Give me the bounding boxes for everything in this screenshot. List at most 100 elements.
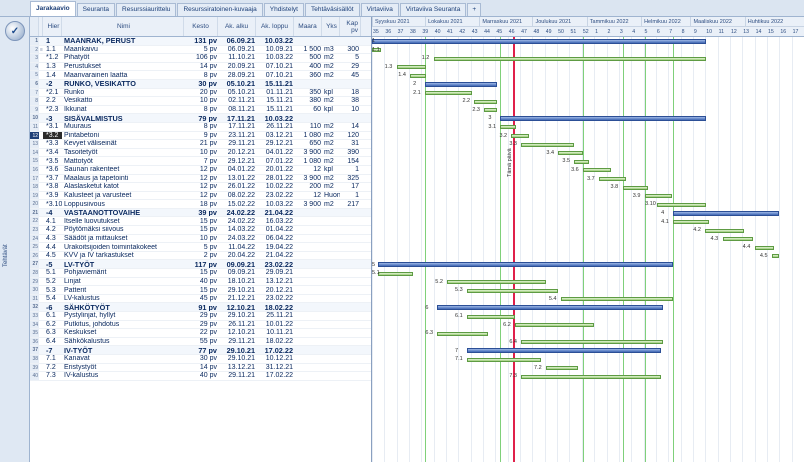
tab-5[interactable]: Tehtäväsisällöt (304, 3, 360, 16)
tab-0[interactable]: Jarakaavio (30, 1, 76, 16)
table-row[interactable]: 12 *3.2 Pintabetoni 9 pv 23.11.21 03.12.21 1 0… (30, 131, 371, 141)
row-name[interactable]: Itselle luovutukset (62, 218, 184, 225)
table-row[interactable]: 7 *2.1 Runko 20 pv 05.10.21 01.11.21 350 kpl 18 (30, 88, 371, 98)
row-name[interactable]: IV-kalustus (62, 372, 184, 379)
table-row[interactable]: 21 -4 VASTAANOTTOVAIHE 39 pv 24.02.22 21.04.2… (30, 208, 371, 218)
table-row[interactable]: 6 -2 RUNKO, VESIKATTO 30 pv 05.10.21 15.11.21 (30, 79, 371, 89)
row-name[interactable]: Kalusteet ja varusteet (62, 192, 184, 199)
table-row[interactable]: 24 4.3 Säädöt ja mittaukset 10 pv 24.03.22 06… (30, 234, 371, 244)
row-name[interactable]: MAANRAK, PERUST (62, 37, 184, 45)
table-row[interactable]: 26 4.5 KVV ja IV tarkastukset 2 pv 20.04.22 2… (30, 251, 371, 261)
row-name[interactable]: VASTAANOTTOVAIHE (62, 209, 184, 217)
task-bar[interactable] (521, 142, 575, 147)
summary-bar[interactable] (425, 81, 497, 87)
table-row[interactable]: 15 *3.5 Mattotyöt 7 pv 29.12.21 07.01.22 1 080… (30, 157, 371, 166)
table-row[interactable]: 16 *3.6 Saunan rakenteet 12 pv 04.01.22 20.01… (30, 165, 371, 175)
table-row[interactable]: 35 6.3 Keskukset 22 pv 12.10.21 10.11.21 (30, 329, 371, 338)
task-bar[interactable] (583, 168, 612, 173)
row-name[interactable]: Pystylinjat, hyllyt (62, 312, 184, 319)
task-bar[interactable] (546, 366, 579, 371)
column-header-9[interactable]: Kap pv (340, 17, 361, 36)
row-name[interactable]: Perustukset (62, 63, 184, 70)
table-row[interactable]: 27 -5 LV-TYÖT 117 pv 09.09.21 23.02.22 (30, 260, 371, 270)
row-name[interactable]: Pihatyöt (62, 54, 184, 61)
task-bar[interactable] (396, 65, 427, 70)
column-header-5[interactable]: Ak. alku (218, 17, 256, 36)
row-name[interactable]: Urakoitsijoiden toimintakokeet (62, 244, 184, 251)
task-bar[interactable] (515, 323, 595, 328)
row-name[interactable]: Kevyet väliseinät (62, 140, 184, 147)
task-bar[interactable] (378, 271, 413, 276)
row-name[interactable]: Linjat (62, 278, 184, 285)
row-name[interactable]: RUNKO, VESIKATTO (62, 80, 184, 88)
table-row[interactable]: 10 -3 SISÄVALMISTUS 79 pv 17.11.21 10.03.22 (30, 114, 371, 123)
summary-bar[interactable] (673, 210, 780, 216)
app-logo-icon[interactable]: ✓ (5, 21, 25, 41)
task-bar[interactable] (657, 202, 707, 207)
tab-1[interactable]: Seuranta (76, 3, 116, 16)
task-bar[interactable] (722, 237, 754, 242)
row-name[interactable]: Maanvarainen laatta (62, 72, 184, 79)
column-header-0[interactable] (30, 17, 39, 36)
task-bar[interactable] (511, 133, 529, 138)
row-name[interactable]: Runko (62, 89, 184, 96)
task-bar[interactable] (474, 99, 497, 104)
row-name[interactable]: Saunan rakenteet (62, 166, 184, 173)
row-name[interactable]: IV-TYÖT (62, 346, 184, 354)
column-header-2[interactable]: Hier (43, 17, 62, 36)
column-header-6[interactable]: Ak. loppu (256, 17, 294, 36)
task-bar[interactable] (433, 56, 707, 61)
table-row[interactable]: 34 6.2 Putkitus, johdotus 29 pv 26.11.21 10.0… (30, 320, 371, 330)
task-bar[interactable] (673, 219, 709, 224)
table-row[interactable]: 32 -6 SÄHKÖTYÖT 91 pv 12.10.21 18.02.22 (30, 303, 371, 312)
table-row[interactable]: 3 *1.2 Pihatyöt 106 pv 11.10.21 10.03.22 500 m2… (30, 54, 371, 63)
table-row[interactable]: 17 *3.7 Maalaus ja tapetointi 12 pv 13.01.22… (30, 174, 371, 184)
row-name[interactable]: SISÄVALMISTUS (62, 114, 184, 122)
task-bar[interactable] (644, 194, 672, 199)
table-row[interactable]: 5 1.4 Maanvarainen laatta 8 pv 28.09.21 07.10… (30, 71, 371, 80)
task-bar[interactable] (560, 297, 674, 302)
table-row[interactable]: 18 *3.8 Alaslasketut katot 12 pv 26.01.22 10.… (30, 183, 371, 192)
row-name[interactable]: Keskukset (62, 329, 184, 336)
task-bar[interactable] (771, 254, 780, 259)
task-bar[interactable] (447, 280, 547, 285)
table-row[interactable]: 20 *3.10 Loppusiivous 18 pv 15.02.22 10.03.22… (30, 200, 371, 209)
task-bar[interactable] (622, 185, 649, 190)
row-name[interactable]: Pohjaviemärit (62, 269, 184, 276)
table-row[interactable]: 19 *3.9 Kalusteet ja varusteet 12 pv 08.02.2… (30, 191, 371, 201)
column-header-7[interactable]: Maara (294, 17, 322, 36)
table-row[interactable]: 38 7.1 Kanavat 30 pv 29.10.21 10.12.21 (30, 354, 371, 364)
task-bar[interactable] (467, 314, 516, 319)
row-name[interactable]: Kanavat (62, 355, 184, 362)
task-bar[interactable] (467, 288, 559, 293)
table-row[interactable]: 29 5.2 Linjat 40 pv 18.10.21 13.12.21 (30, 277, 371, 287)
table-row[interactable]: 36 6.4 Sähkökalustus 55 pv 29.11.21 18.02.22 (30, 337, 371, 347)
table-row[interactable]: 4 1.3 Perustukset 14 pv 20.09.21 07.10.21 400 m… (30, 62, 371, 72)
table-row[interactable]: 14 *3.4 Tasoitetyöt 10 pv 20.12.21 04.01.22 3 … (30, 148, 371, 158)
tab-6[interactable]: Virtaviiva (360, 3, 399, 16)
task-bar[interactable] (705, 228, 744, 233)
row-name[interactable]: Alaslasketut katot (62, 183, 184, 190)
table-row[interactable]: 1 1 MAANRAK, PERUST 131 pv 06.09.21 10.03.22 (30, 37, 371, 46)
task-bar[interactable] (521, 340, 664, 345)
table-row[interactable]: 2 ≡ 1.1 Maankaivu 5 pv 06.09.21 10.09.21 1 500 m… (30, 45, 371, 55)
row-name[interactable]: Maankaivu (62, 46, 184, 53)
row-name[interactable]: Eristystyöt (62, 364, 184, 371)
table-row[interactable]: 8 2.2 Vesikatto 10 pv 02.11.21 15.11.21 380 m2 3… (30, 97, 371, 106)
table-row[interactable]: 22 4.1 Itselle luovutukset 15 pv 24.02.22 16.… (30, 217, 371, 227)
table-row[interactable]: 28 5.1 Pohjaviemärit 15 pv 09.09.21 29.09.21 (30, 269, 371, 278)
tab-3[interactable]: Resurssiratoinen-kuvaaja (177, 3, 263, 16)
row-name[interactable]: Pöytömäksi siivous (62, 226, 184, 233)
row-name[interactable]: Patterit (62, 287, 184, 294)
tab-7[interactable]: Virtaviiva Seuranta (399, 3, 467, 16)
row-name[interactable]: SÄHKÖTYÖT (62, 303, 184, 311)
row-name[interactable]: Muuraus (62, 123, 184, 130)
row-name[interactable]: Putkitus, johdotus (62, 321, 184, 328)
task-bar[interactable] (574, 159, 590, 164)
row-name[interactable]: Loppusiivous (62, 201, 184, 208)
row-name[interactable]: KVV ja IV tarkastukset (62, 252, 184, 259)
row-name[interactable]: Sähkökalustus (62, 338, 184, 345)
summary-bar[interactable] (378, 262, 674, 268)
row-name[interactable]: Vesikatto (62, 97, 184, 104)
table-row[interactable]: 11 *3.1 Muuraus 8 pv 17.11.21 26.11.21 110 m2 14 (30, 122, 371, 132)
